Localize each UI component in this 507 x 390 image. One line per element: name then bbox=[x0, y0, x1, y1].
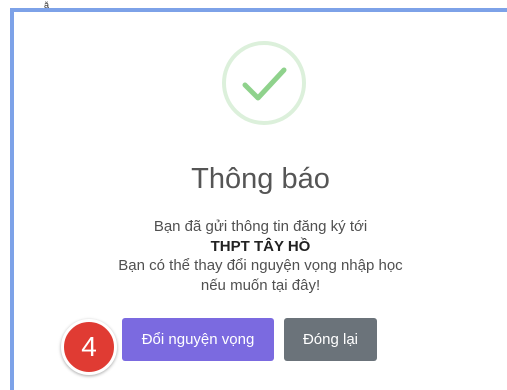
close-button[interactable]: Đóng lại bbox=[284, 318, 377, 361]
message-line-sent: Bạn đã gửi thông tin đăng ký tới bbox=[153, 218, 368, 235]
school-name: THPT TÂY HỒ bbox=[210, 237, 311, 255]
check-circle-icon bbox=[222, 41, 306, 125]
step-number-badge: 4 bbox=[61, 319, 117, 375]
dialog-title: Thông báo bbox=[191, 163, 330, 195]
screenshot-frame: ặ Thông báo Bạn đã gửi thông tin đăng ký… bbox=[0, 0, 507, 390]
change-choice-button[interactable]: Đổi nguyện vọng bbox=[122, 318, 274, 361]
dialog-message: Bạn đã gửi thông tin đăng ký tới THPT TÂ… bbox=[14, 217, 507, 295]
message-line-change: Bạn có thể thay đổi nguyện vọng nhập học bbox=[118, 257, 403, 274]
message-line-here: nếu muốn tại đây! bbox=[200, 276, 321, 294]
